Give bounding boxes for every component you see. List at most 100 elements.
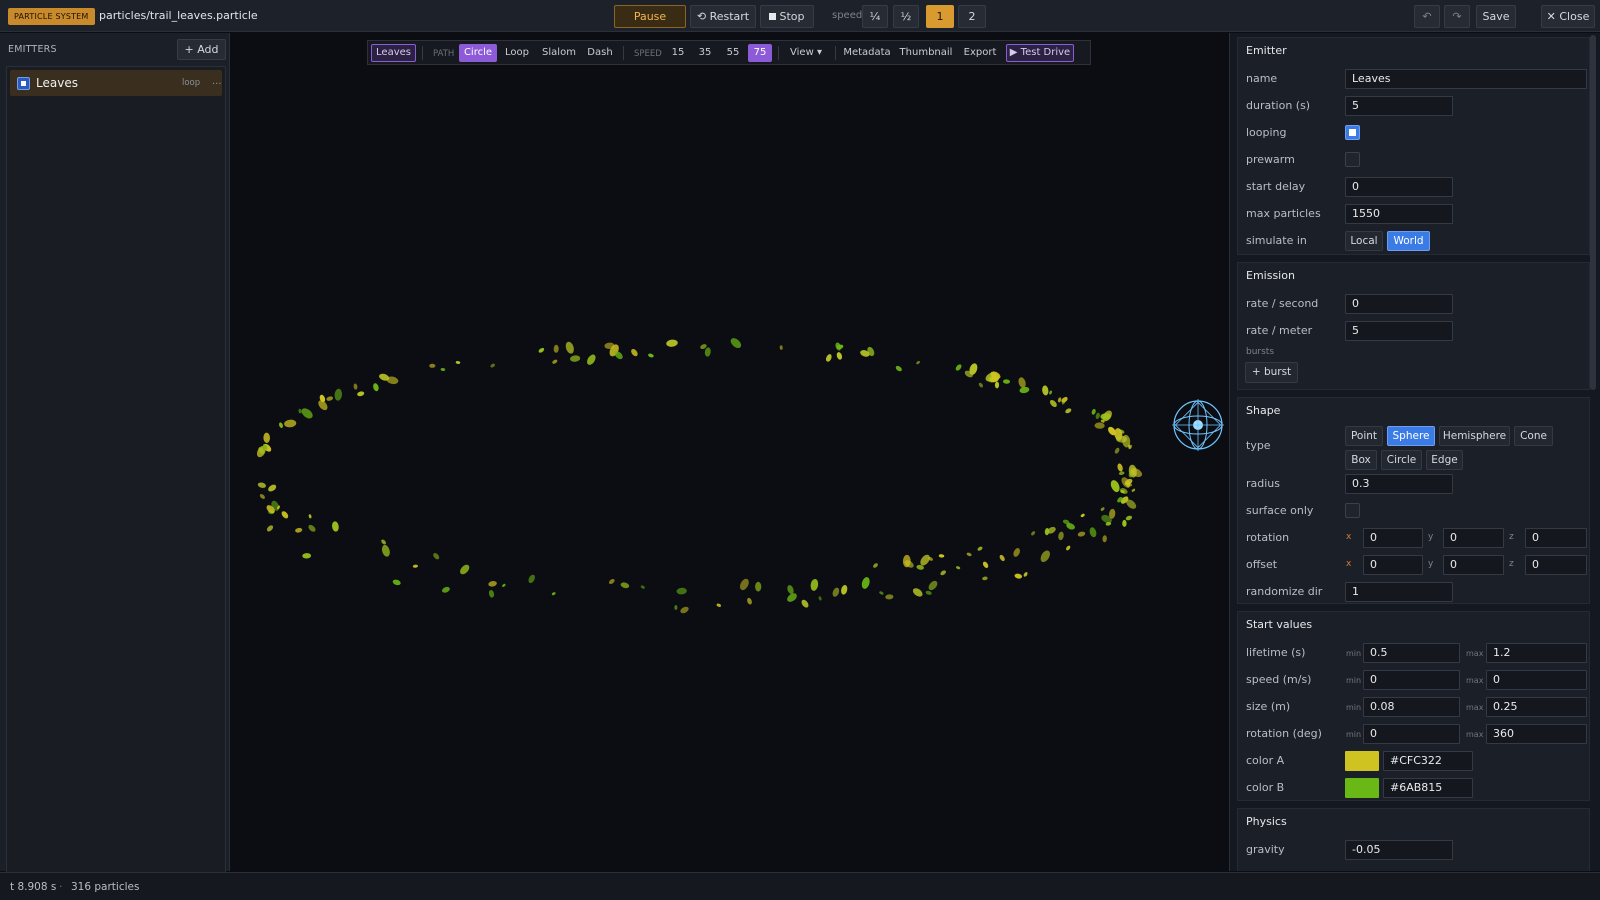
speed-max-input[interactable]: 0 (1486, 670, 1587, 690)
leaf-particle (885, 594, 894, 600)
speed-label: speed (m/s) (1246, 673, 1312, 686)
metadata-button[interactable]: Metadata (842, 44, 892, 62)
speed-1x-button[interactable]: 1 (926, 5, 954, 28)
leaf-particle (730, 338, 742, 349)
name-input[interactable]: Leaves (1345, 69, 1587, 89)
leaf-particle (381, 544, 390, 557)
add-emitter-button[interactable]: + Add (177, 39, 226, 60)
leaf-particle (381, 539, 386, 545)
offset-z-input[interactable]: 0 (1525, 555, 1587, 575)
rotation-y-input[interactable]: 0 (1443, 528, 1504, 548)
leaf-particle (1118, 471, 1125, 475)
particle-viewport[interactable]: Leaves PATH Circle Loop Slalom Dash SPEE… (231, 33, 1229, 871)
size-max-input[interactable]: 0.25 (1486, 697, 1587, 717)
leaf-particle (1031, 531, 1036, 536)
color-b-input[interactable]: #6AB815 (1383, 778, 1473, 798)
radius-input[interactable]: 0.3 (1345, 474, 1453, 494)
path-circle-button[interactable]: Circle (459, 44, 497, 62)
rate-meter-label: rate / meter (1246, 324, 1313, 337)
top-toolbar: PARTICLE SYSTEM particles/trail_leaves.p… (0, 0, 1600, 32)
path-dash-button[interactable]: Dash (584, 44, 616, 62)
speed-75-button[interactable]: 75 (748, 44, 772, 62)
emitter-chip[interactable]: Leaves (371, 44, 416, 62)
leaf-particle (455, 361, 461, 364)
add-burst-button[interactable]: + burst (1245, 362, 1298, 383)
leaf-particle (284, 419, 297, 428)
rotation-x-input[interactable]: 0 (1363, 528, 1423, 548)
rotation-deg-label: rotation (deg) (1246, 727, 1322, 740)
offset-z-axis: z (1509, 559, 1514, 569)
leaf-particle (1003, 379, 1010, 384)
rotation-max-label: max (1466, 730, 1484, 739)
shape-sphere-button[interactable]: Sphere (1387, 426, 1435, 446)
leaf-particle (1131, 488, 1136, 492)
leaf-particle (912, 588, 923, 597)
randomize-dir-input[interactable]: 1 (1345, 582, 1453, 602)
leaf-particles (256, 338, 1143, 614)
viewport-toolbar: Leaves PATH Circle Loop Slalom Dash SPEE… (367, 40, 1091, 65)
path-loop-button[interactable]: Loop (501, 44, 533, 62)
lifetime-max-input[interactable]: 1.2 (1486, 643, 1587, 663)
simulate-local-button[interactable]: Local (1345, 231, 1383, 251)
speed-min-input[interactable]: 0 (1363, 670, 1460, 690)
export-button[interactable]: Export (960, 44, 1000, 62)
color-a-input[interactable]: #CFC322 (1383, 751, 1473, 771)
speed-15-button[interactable]: 15 (667, 44, 689, 62)
redo-button[interactable]: ↷ (1444, 5, 1470, 28)
thumbnail-button[interactable]: Thumbnail (898, 44, 954, 62)
leaf-particle (565, 341, 574, 354)
duration-input[interactable]: 5 (1345, 96, 1453, 116)
test-drive-button[interactable]: ▶ Test Drive (1006, 44, 1074, 62)
undo-button[interactable]: ↶ (1414, 5, 1440, 28)
toolbar-divider (835, 46, 836, 60)
inspector-scrollbar[interactable] (1590, 35, 1596, 390)
offset-x-input[interactable]: 0 (1363, 555, 1423, 575)
emitter-loop-tag: loop (182, 78, 201, 88)
shape-hemisphere-button[interactable]: Hemisphere (1439, 426, 1510, 446)
shape-circle-button[interactable]: Circle (1381, 450, 1422, 470)
speed-55-button[interactable]: 55 (722, 44, 744, 62)
speed-35-button[interactable]: 35 (694, 44, 716, 62)
lifetime-min-input[interactable]: 0.5 (1363, 643, 1460, 663)
shape-type-label: type (1246, 439, 1271, 452)
emitter-enabled-checkbox[interactable] (17, 77, 30, 90)
start-delay-input[interactable]: 0 (1345, 177, 1453, 197)
speed-quarter-button[interactable]: ¼ (862, 5, 888, 28)
pause-button[interactable]: Pause (614, 5, 686, 28)
rate-meter-input[interactable]: 5 (1345, 321, 1453, 341)
emitter-more-button[interactable]: ... (212, 76, 222, 87)
shape-cone-button[interactable]: Cone (1514, 426, 1553, 446)
surface-only-checkbox[interactable] (1345, 503, 1360, 518)
max-particles-input[interactable]: 1550 (1345, 204, 1453, 224)
speed-half-button[interactable]: ½ (893, 5, 919, 28)
leaf-particle (1110, 480, 1120, 493)
speed-2x-button[interactable]: 2 (958, 5, 986, 28)
prewarm-checkbox[interactable] (1345, 152, 1360, 167)
shape-point-button[interactable]: Point (1345, 426, 1383, 446)
rate-second-input[interactable]: 0 (1345, 294, 1453, 314)
color-b-swatch[interactable] (1345, 778, 1379, 798)
size-min-input[interactable]: 0.08 (1363, 697, 1460, 717)
stop-button[interactable]: Stop (760, 5, 814, 28)
color-a-swatch[interactable] (1345, 751, 1379, 771)
shape-edge-button[interactable]: Edge (1426, 450, 1463, 470)
path-slalom-button[interactable]: Slalom (538, 44, 580, 62)
rotation-z-input[interactable]: 0 (1525, 528, 1587, 548)
emitter-row-leaves[interactable]: Leaves loop ... (10, 70, 222, 96)
toolbar-divider (422, 46, 423, 60)
leaf-particle (538, 347, 545, 353)
rotation-max-input[interactable]: 360 (1486, 724, 1587, 744)
gravity-input[interactable]: -0.05 (1345, 840, 1453, 860)
offset-y-input[interactable]: 0 (1443, 555, 1504, 575)
leaf-particle (674, 605, 678, 610)
leaf-particle (308, 514, 312, 519)
close-button[interactable]: ✕ Close (1541, 5, 1595, 28)
looping-checkbox[interactable] (1345, 125, 1360, 140)
simulate-world-button[interactable]: World (1387, 231, 1430, 251)
restart-button[interactable]: ⟲ Restart (690, 5, 756, 28)
rotation-min-input[interactable]: 0 (1363, 724, 1460, 744)
emitter-gizmo-icon[interactable] (1172, 399, 1224, 451)
shape-box-button[interactable]: Box (1345, 450, 1377, 470)
save-button[interactable]: Save (1476, 5, 1516, 28)
view-menu-button[interactable]: View ▾ (786, 44, 826, 62)
